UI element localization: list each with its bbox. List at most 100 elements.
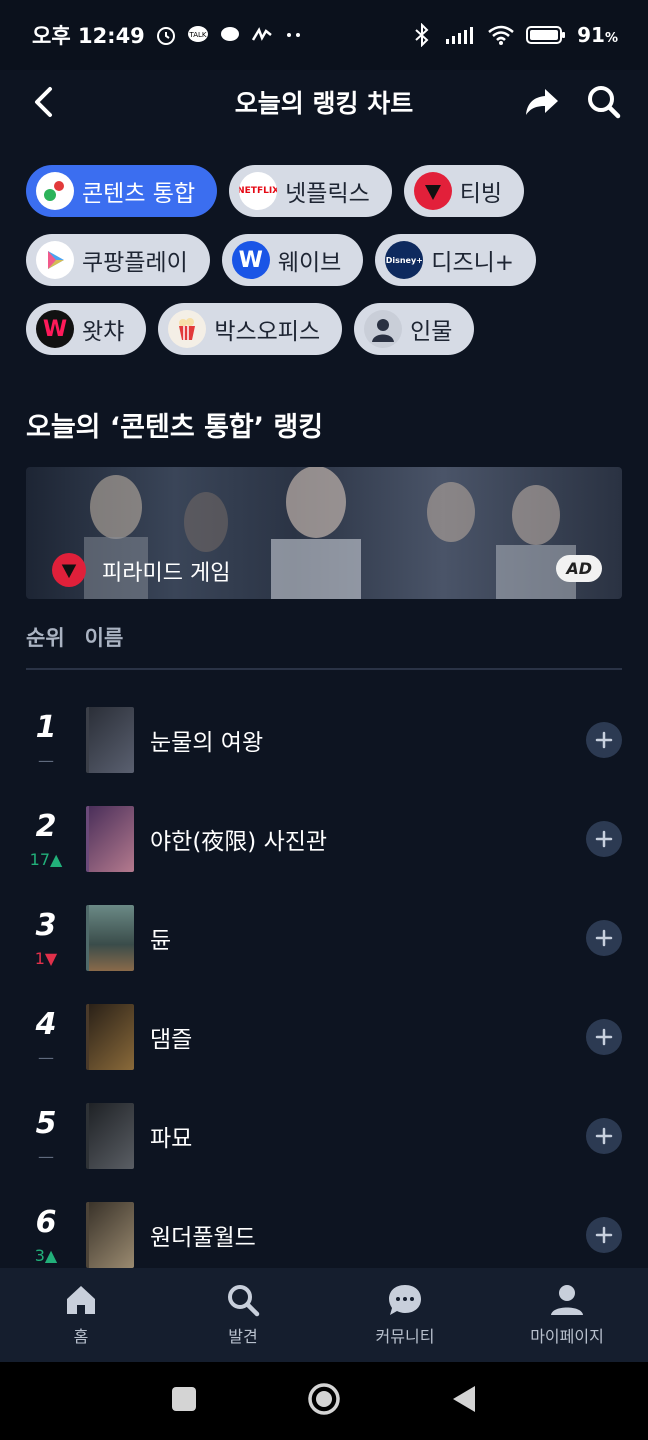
- home-icon: [67, 1286, 95, 1314]
- chip-label: 넷플릭스: [285, 181, 370, 207]
- title-text: 눈물의 여왕: [150, 729, 264, 756]
- ad-badge: AD: [556, 555, 602, 582]
- rank-change: 17▲: [29, 849, 63, 869]
- nav-community[interactable]: 커뮤니티: [345, 1283, 465, 1347]
- plus-icon: [595, 731, 613, 748]
- add-button[interactable]: [586, 721, 622, 758]
- watcha-logo-icon: W: [36, 310, 74, 348]
- disney-plus-logo-icon: Disney+: [385, 241, 424, 279]
- chat-icon: [389, 1285, 421, 1315]
- recent-apps-button[interactable]: [171, 1386, 197, 1416]
- status-time: 오후 12:49: [32, 24, 145, 48]
- poster-thumbnail: [86, 1102, 134, 1169]
- ranking-list: 1 — 눈물의 여왕 2 17▲ 야한(夜限) 사진관 3 1▼ 듄 4 — 댐…: [26, 690, 622, 1284]
- add-button[interactable]: [586, 1216, 622, 1253]
- chip-label: 인물: [410, 319, 453, 345]
- rank-change: —: [38, 1047, 54, 1067]
- add-button[interactable]: [586, 919, 622, 956]
- svg-text:TALK: TALK: [188, 31, 206, 39]
- chip-label: 왓챠: [82, 319, 125, 345]
- message-icon: [219, 24, 241, 46]
- chip-coupang-play[interactable]: 쿠팡플레이: [26, 234, 210, 286]
- bottom-navigation: 홈 발견 커뮤니티 마이페이지: [0, 1268, 648, 1362]
- name-column-header: 이름: [84, 626, 124, 650]
- nav-label: 홈: [73, 1327, 89, 1346]
- chip-watcha[interactable]: W 왓챠: [26, 303, 147, 355]
- ranking-row[interactable]: 1 — 눈물의 여왕: [26, 690, 622, 789]
- status-bar: 오후 12:49 TALK 91%: [0, 0, 648, 70]
- home-system-button[interactable]: [307, 1382, 341, 1420]
- section-title: 오늘의 ‘콘텐츠 통합’ 랭킹: [26, 412, 324, 443]
- nav-discover[interactable]: 발견: [183, 1283, 303, 1347]
- back-system-button[interactable]: [451, 1384, 477, 1418]
- chip-tving[interactable]: 티빙: [403, 165, 525, 217]
- rank-change: 1▼: [34, 948, 58, 968]
- nav-label: 커뮤니티: [375, 1327, 435, 1346]
- talk-icon: TALK: [187, 24, 209, 46]
- system-navigation-bar: [0, 1362, 648, 1440]
- ad-banner[interactable]: 피라미드 게임 AD: [26, 467, 622, 599]
- title-text: 듄: [150, 927, 172, 954]
- ranking-row[interactable]: 5 — 파묘: [26, 1086, 622, 1185]
- person-icon: [364, 310, 403, 348]
- chip-label: 쿠팡플레이: [82, 250, 188, 276]
- popcorn-icon: [168, 310, 207, 348]
- chip-netflix[interactable]: NETFLIX 넷플릭스: [229, 165, 392, 217]
- battery-icon: [525, 24, 567, 46]
- bluetooth-icon: [411, 23, 433, 47]
- nav-home[interactable]: 홈: [21, 1283, 141, 1347]
- search-icon: [588, 86, 621, 119]
- signal-icon: [443, 24, 477, 46]
- share-icon: [526, 89, 558, 115]
- poster-thumbnail: [86, 1201, 134, 1268]
- chip-wavve[interactable]: W 웨이브: [221, 234, 364, 286]
- battery-percent: 91: [577, 23, 605, 47]
- nav-label: 발견: [228, 1327, 258, 1346]
- plus-icon: [595, 830, 613, 847]
- add-button[interactable]: [586, 1117, 622, 1154]
- list-header: 순위 이름: [26, 622, 622, 670]
- chip-label: 박스오피스: [214, 319, 321, 345]
- nav-my-page[interactable]: 마이페이지: [507, 1283, 627, 1347]
- poster-thumbnail: [86, 805, 134, 872]
- platform-filter-chips: 콘텐츠 통합 NETFLIX 넷플릭스 티빙 쿠팡플레이 W 웨이브 Disne…: [26, 165, 626, 372]
- plus-icon: [595, 1127, 613, 1144]
- signature-icon: [251, 24, 273, 46]
- poster-thumbnail: [86, 904, 134, 971]
- netflix-logo-icon: NETFLIX: [239, 172, 278, 210]
- rank-change: —: [38, 750, 54, 770]
- chip-content-all[interactable]: 콘텐츠 통합: [26, 165, 218, 217]
- wavve-logo-icon: W: [231, 241, 270, 279]
- triangle-back-icon: [453, 1386, 475, 1412]
- poster-thumbnail: [86, 706, 134, 773]
- chip-label: 웨이브: [277, 250, 342, 276]
- share-button[interactable]: [522, 82, 562, 122]
- rank-number: 4: [35, 1006, 57, 1042]
- square-icon: [172, 1387, 196, 1411]
- add-button[interactable]: [586, 820, 622, 857]
- add-button[interactable]: [586, 1018, 622, 1055]
- rank-number: 5: [35, 1105, 57, 1141]
- title-text: 댐즐: [150, 1026, 193, 1053]
- search-button[interactable]: [584, 82, 624, 122]
- chip-disney-plus[interactable]: Disney+ 디즈니+: [375, 234, 537, 286]
- alarm-icon: [155, 24, 177, 46]
- chip-label: 디즈니+: [431, 250, 515, 276]
- ranking-row[interactable]: 2 17▲ 야한(夜限) 사진관: [26, 789, 622, 888]
- chip-box-office[interactable]: 박스오피스: [158, 303, 343, 355]
- ranking-row[interactable]: 3 1▼ 듄: [26, 888, 622, 987]
- wifi-icon: [487, 24, 515, 46]
- more-notifications-icon: [283, 24, 305, 46]
- content-all-logo-icon: [36, 172, 74, 210]
- plus-icon: [595, 1226, 613, 1243]
- rank-column-header: 순위: [26, 626, 65, 650]
- ranking-row[interactable]: 4 — 댐즐: [26, 987, 622, 1086]
- back-button[interactable]: [24, 82, 64, 122]
- rank-change: —: [38, 1146, 54, 1166]
- chip-people[interactable]: 인물: [354, 303, 475, 355]
- profile-icon: [551, 1285, 583, 1315]
- rank-number: 3: [35, 907, 57, 943]
- rank-number: 6: [35, 1204, 57, 1240]
- rank-number: 2: [35, 808, 57, 844]
- title-text: 야한(夜限) 사진관: [150, 828, 328, 855]
